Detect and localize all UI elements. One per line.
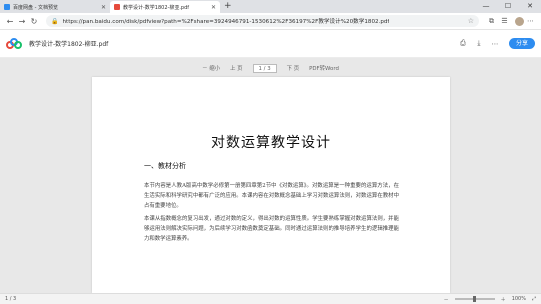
tab-label: 教学设计-数学1802-柳亚.pdf bbox=[123, 4, 190, 11]
minimize-icon[interactable]: — bbox=[475, 0, 497, 13]
zoom-out-icon[interactable]: － bbox=[444, 296, 449, 303]
collections-icon[interactable]: ☰ bbox=[498, 17, 511, 25]
zoom-slider-handle[interactable] bbox=[472, 296, 476, 302]
pdf-to-word-button[interactable]: PDF转Word bbox=[309, 64, 339, 72]
prev-page-button[interactable]: 上 页 bbox=[230, 64, 243, 72]
header-actions: ⎙ ⤓ ⋯ 分享 bbox=[455, 38, 535, 49]
tab-label: 百度网盘 - 文档预览 bbox=[13, 4, 58, 11]
back-icon[interactable]: ← bbox=[4, 17, 16, 26]
share-button[interactable]: 分享 bbox=[508, 38, 535, 49]
url-text: https://pan.baidu.com/disk/pdfview?path=… bbox=[62, 19, 390, 25]
forward-icon[interactable]: → bbox=[16, 17, 28, 26]
document-page: 对数运算教学设计 一、教材分析 本节内容是人教A版高中数学必修第一册第四章第2节… bbox=[92, 77, 450, 293]
pdf-favicon-icon bbox=[114, 4, 120, 10]
browser-tab[interactable]: 百度网盘 - 文档预览 ✕ bbox=[0, 1, 110, 13]
app-header: 教学设计-数学1802-柳亚.pdf ⎙ ⤓ ⋯ 分享 bbox=[0, 30, 541, 58]
next-page-button[interactable]: 下 页 bbox=[287, 64, 300, 72]
status-right: － ＋ 100% ⤢ bbox=[438, 296, 536, 303]
reload-icon[interactable]: ↻ bbox=[28, 17, 40, 26]
viewer-toolbar: － 缩小 上 页 1 / 3 下 页 PDF转Word bbox=[0, 59, 541, 77]
more-icon[interactable]: ⋯ bbox=[487, 40, 503, 48]
zoom-slider[interactable] bbox=[454, 296, 495, 302]
download-icon[interactable]: ⤓ bbox=[471, 39, 487, 48]
address-bar-row: ← → ↻ 🔒 https://pan.baidu.com/disk/pdfvi… bbox=[0, 13, 541, 30]
status-left: 1 / 3 bbox=[5, 296, 22, 302]
status-bar: 1 / 3 － ＋ 100% ⤢ bbox=[0, 293, 541, 304]
bookmark-star-icon[interactable]: ☆ bbox=[464, 17, 474, 25]
page-status: 1 / 3 bbox=[5, 296, 17, 302]
browser-tab-active[interactable]: 教学设计-数学1802-柳亚.pdf ✕ bbox=[110, 1, 220, 13]
lock-icon: 🔒 bbox=[51, 17, 59, 25]
zoom-level: 100% bbox=[511, 296, 526, 302]
new-tab-button[interactable]: + bbox=[224, 1, 232, 13]
file-name: 教学设计-数学1802-柳亚.pdf bbox=[29, 41, 109, 48]
avatar[interactable] bbox=[515, 16, 524, 26]
close-tab-icon[interactable]: ✕ bbox=[101, 4, 106, 11]
extensions-icon[interactable]: ⧉ bbox=[485, 17, 498, 26]
more-menu-icon[interactable]: ⋯ bbox=[524, 17, 537, 25]
window-controls: — ☐ ✕ bbox=[475, 0, 541, 13]
zoom-out-button[interactable]: － 缩小 bbox=[202, 64, 220, 72]
url-input[interactable]: 🔒 https://pan.baidu.com/disk/pdfview?pat… bbox=[46, 15, 479, 27]
baidu-favicon-icon bbox=[4, 4, 10, 10]
paragraph: 本节内容是人教A版高中数学必修第一册第四章第2节中《对数运算》。对数运算是一种重… bbox=[144, 183, 399, 210]
document-title: 对数运算教学设计 bbox=[211, 135, 331, 151]
zoom-in-icon[interactable]: ＋ bbox=[501, 296, 506, 303]
print-icon[interactable]: ⎙ bbox=[455, 39, 471, 48]
baidu-netdisk-logo[interactable] bbox=[6, 37, 22, 50]
fit-page-icon[interactable]: ⤢ bbox=[532, 296, 536, 302]
paragraph: 本课从指数概念的复习出发，通过对数的定义，得出对数的运算性质。学生要熟练掌握对数… bbox=[144, 216, 399, 243]
page-indicator[interactable]: 1 / 3 bbox=[252, 63, 277, 73]
close-window-icon[interactable]: ✕ bbox=[519, 0, 541, 13]
section-heading: 一、教材分析 bbox=[144, 162, 186, 170]
maximize-icon[interactable]: ☐ bbox=[497, 0, 519, 13]
close-tab-icon[interactable]: ✕ bbox=[211, 4, 216, 11]
browser-tab-strip: 百度网盘 - 文档预览 ✕ 教学设计-数学1802-柳亚.pdf ✕ + — ☐… bbox=[0, 0, 541, 13]
